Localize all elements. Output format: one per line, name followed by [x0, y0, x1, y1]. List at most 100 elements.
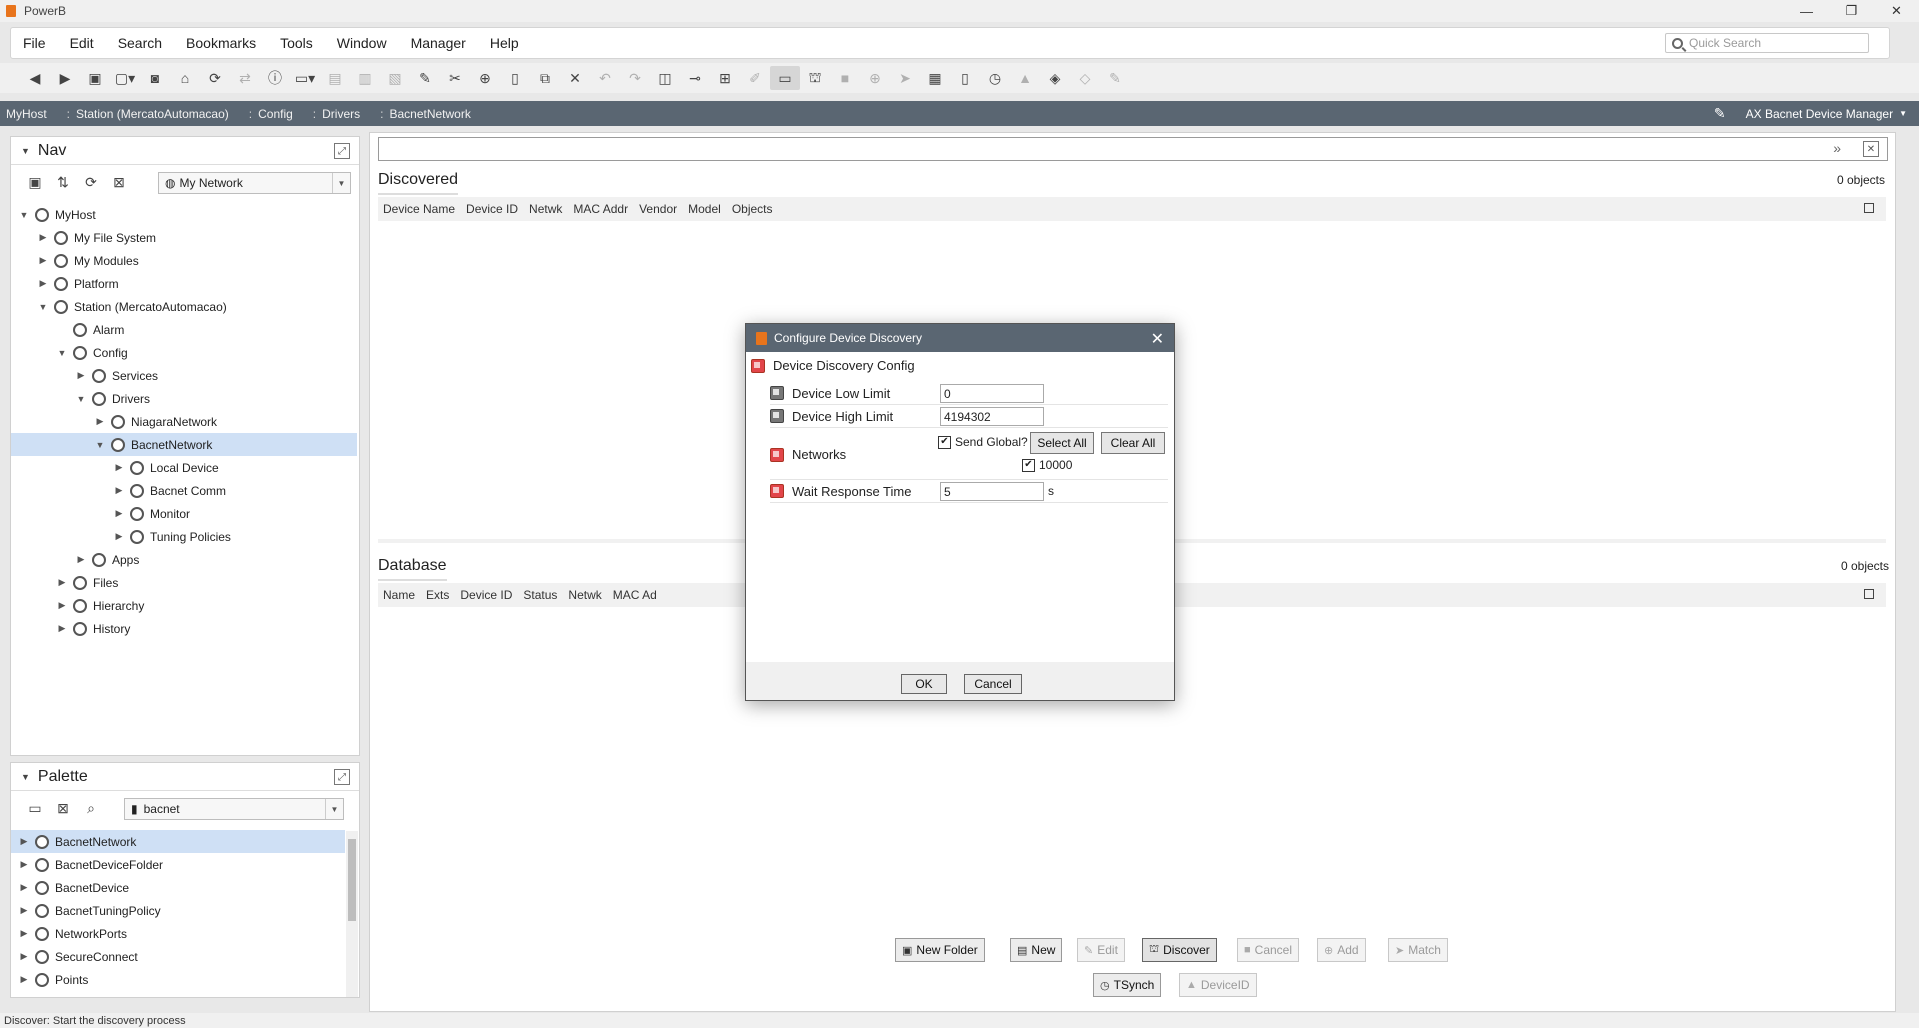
open-palette-icon[interactable]: ▭ — [21, 796, 49, 820]
nav-tree-item[interactable]: ▶ Services — [11, 364, 357, 387]
col-netwk[interactable]: Netwk — [529, 202, 562, 216]
nav-tree-item[interactable]: ▶ History — [11, 617, 357, 640]
back-icon[interactable]: ◀ — [20, 66, 50, 90]
open-folder-icon[interactable]: ▣ — [80, 66, 110, 90]
palette-item[interactable]: ▶ NetworkPorts — [11, 922, 345, 945]
tag-icon[interactable]: ◈ — [1040, 66, 1070, 90]
nav-tree-item[interactable]: ▶ Bacnet Comm — [11, 479, 357, 502]
maximize-icon[interactable]: ⤢ — [334, 143, 350, 159]
nav-tree-item[interactable]: ▶ Monitor — [11, 502, 357, 525]
view-selector[interactable]: ✎ AX Bacnet Device Manager ▼ — [1714, 101, 1907, 126]
network-10000-checkbox[interactable]: ✔ 10000 — [1022, 458, 1072, 472]
col-mac-addr[interactable]: MAC Addr — [573, 202, 628, 216]
chevron-right-icon[interactable]: ▶ — [55, 623, 69, 634]
sync-icon[interactable]: ⇅ — [49, 170, 77, 194]
add-circle-icon[interactable]: ⊕ — [860, 66, 890, 90]
palette-scrollbar[interactable] — [346, 831, 358, 997]
palette-item[interactable]: ▶ Points — [11, 968, 345, 991]
chevron-right-icon[interactable]: ▶ — [17, 974, 31, 985]
chevron-right-icon[interactable]: ▶ — [17, 928, 31, 939]
nav-tree-item[interactable]: ▶ Local Device — [11, 456, 357, 479]
collapse-icon[interactable]: ▼ — [21, 772, 30, 782]
close-palette-icon[interactable]: ⊠ — [49, 796, 77, 820]
restore-button[interactable]: ❐ — [1829, 0, 1874, 22]
duplicate-icon[interactable]: ⧉ — [530, 66, 560, 90]
new-doc-icon[interactable]: ⊞ — [710, 66, 740, 90]
col-netwk[interactable]: Netwk — [568, 588, 601, 602]
nav-tree-item[interactable]: ▶ Files — [11, 571, 357, 594]
palette-item[interactable]: ▶ BacnetDevice — [11, 876, 345, 899]
wait-response-time-field[interactable] — [940, 482, 1044, 501]
breadcrumb-station[interactable]: Station (MercatoAutomacao) — [70, 107, 235, 121]
chevron-right-icon[interactable]: ▶ — [74, 554, 88, 565]
col-device-id[interactable]: Device ID — [460, 588, 512, 602]
col-name[interactable]: Name — [383, 588, 415, 602]
palette-item[interactable]: ▶ BacnetDeviceFolder — [11, 853, 345, 876]
palette-item[interactable]: ▶ BacnetTuningPolicy — [11, 899, 345, 922]
sync-icon[interactable]: ⇄ — [230, 66, 260, 90]
breadcrumb-bacnetnetwork[interactable]: BacnetNetwork — [383, 107, 476, 121]
deviceid-button[interactable]: ▲ DeviceID — [1179, 973, 1257, 997]
chevron-right-icon[interactable]: ▶ — [112, 531, 126, 542]
forward-icon[interactable]: ▶ — [50, 66, 80, 90]
palette-module-combo[interactable]: ▮ bacnet ▼ — [124, 798, 344, 820]
menu-bookmarks[interactable]: Bookmarks — [174, 35, 268, 51]
chevron-down-icon[interactable]: ▼ — [17, 210, 31, 220]
undo-icon[interactable]: ↶ — [590, 66, 620, 90]
edit-button[interactable]: ✎ Edit — [1077, 938, 1125, 962]
column-chooser-icon[interactable] — [1864, 203, 1874, 213]
menu-edit[interactable]: Edit — [58, 35, 106, 51]
col-mac-addr[interactable]: MAC Ad — [613, 588, 657, 602]
chevron-right-icon[interactable]: ▶ — [55, 600, 69, 611]
nav-tree-item[interactable]: ▶ Apps — [11, 548, 357, 571]
side-bar-icon[interactable]: ▢▾ — [110, 66, 140, 90]
new-button[interactable]: ▤ New — [1010, 938, 1063, 962]
filter-field[interactable]: » ✕ — [378, 137, 1888, 161]
chevron-right-icon[interactable]: ▶ — [36, 278, 50, 289]
cancel-discovery-button[interactable]: ■ Cancel — [1237, 938, 1300, 962]
nav-tree-item[interactable]: Alarm — [11, 318, 357, 341]
maximize-icon[interactable]: ⤢ — [334, 769, 350, 785]
breadcrumb-config[interactable]: Config — [252, 107, 299, 121]
refresh-icon[interactable]: ⟳ — [200, 66, 230, 90]
chevron-right-icon[interactable]: ▶ — [74, 370, 88, 381]
redo-icon[interactable]: ↷ — [620, 66, 650, 90]
double-chevron-icon[interactable]: » — [1833, 140, 1841, 156]
chevron-right-icon[interactable]: ▶ — [112, 485, 126, 496]
home-icon[interactable]: ⌂ — [170, 66, 200, 90]
cancel-button[interactable]: Cancel — [964, 674, 1022, 694]
nav-tree-item[interactable]: ▶ My File System — [11, 226, 357, 249]
chevron-right-icon[interactable]: ▶ — [112, 508, 126, 519]
nav-tree-item[interactable]: ▼ Drivers — [11, 387, 357, 410]
col-model[interactable]: Model — [688, 202, 721, 216]
nav-tree-item[interactable]: ▶ My Modules — [11, 249, 357, 272]
stop-icon[interactable]: ■ — [830, 66, 860, 90]
chevron-down-icon[interactable]: ▼ — [93, 440, 107, 450]
chevron-right-icon[interactable]: ▶ — [36, 232, 50, 243]
find-palette-icon[interactable]: ⌕ — [77, 796, 105, 820]
pencil-icon[interactable]: ✐ — [740, 66, 770, 90]
warning-icon[interactable]: ▲ — [1010, 66, 1040, 90]
export-icon[interactable]: ▧ — [380, 66, 410, 90]
col-status[interactable]: Status — [523, 588, 557, 602]
close-icon[interactable]: ✕ — [1863, 141, 1879, 157]
chevron-right-icon[interactable]: ▶ — [17, 951, 31, 962]
add-folder-icon[interactable]: ◫ — [650, 66, 680, 90]
palette-item[interactable]: ▶ BacnetNetwork — [11, 830, 345, 853]
nav-tree-item[interactable]: ▼ Config — [11, 341, 357, 364]
discover-button[interactable]: ⛫ Discover — [1142, 938, 1217, 962]
palette-item[interactable]: ▶ SecureConnect — [11, 945, 345, 968]
chevron-right-icon[interactable]: ▶ — [55, 577, 69, 588]
save-all-icon[interactable]: ▥ — [350, 66, 380, 90]
new-folder-button[interactable]: ▣ New Folder — [895, 938, 985, 962]
tags-icon[interactable]: ◇ — [1070, 66, 1100, 90]
menu-file[interactable]: File — [11, 35, 58, 51]
edit-doc-icon[interactable]: ✎ — [410, 66, 440, 90]
add-button[interactable]: ⊕ Add — [1317, 938, 1366, 962]
col-objects[interactable]: Objects — [732, 202, 773, 216]
nav-tree-item[interactable]: ▶ Hierarchy — [11, 594, 357, 617]
tsynch-button[interactable]: ◷ TSynch — [1093, 973, 1162, 997]
nav-tree-item[interactable]: ▼ Station (MercatoAutomacao) — [11, 295, 357, 318]
nav-root-combo[interactable]: ◍ My Network ▼ — [158, 172, 351, 194]
nav-tree-item[interactable]: ▼ BacnetNetwork — [11, 433, 357, 456]
